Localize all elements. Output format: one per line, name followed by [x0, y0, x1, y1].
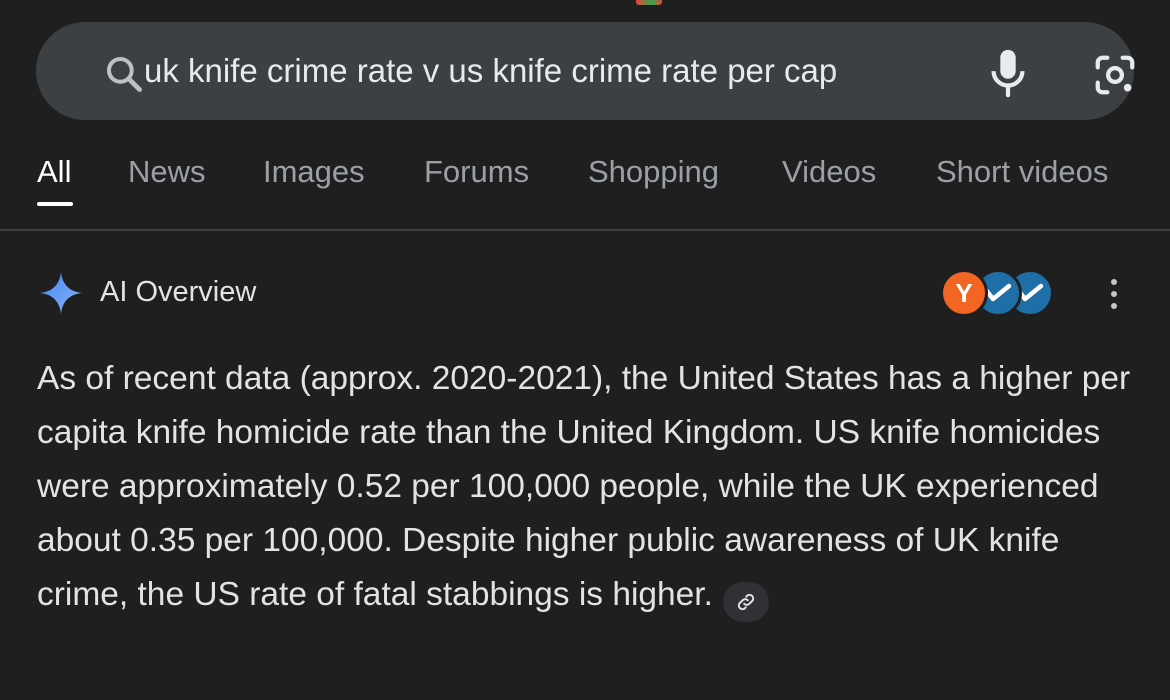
tab-short-videos[interactable]: Short videos: [936, 154, 1108, 190]
tab-forums[interactable]: Forums: [424, 154, 529, 190]
tab-videos[interactable]: Videos: [782, 154, 876, 190]
citation-link-button[interactable]: [722, 582, 769, 622]
source-badge-letter: Y: [955, 277, 973, 308]
search-results-page: uk knife crime rate v us knife crime rat…: [0, 0, 1170, 700]
tab-images[interactable]: Images: [263, 154, 365, 190]
mic-icon[interactable]: [988, 48, 1028, 98]
link-icon: [737, 593, 755, 611]
search-icon[interactable]: [102, 52, 146, 96]
more-vert-icon[interactable]: [1104, 276, 1124, 312]
search-tabs: All News Images Forums Shopping Videos S…: [0, 140, 1170, 230]
source-badges[interactable]: Y: [940, 269, 1054, 317]
lens-icon[interactable]: [1092, 52, 1138, 98]
ai-overview-paragraph: As of recent data (approx. 2020-2021), t…: [37, 360, 1131, 613]
sparkle-icon: [39, 271, 83, 315]
ai-overview-title: AI Overview: [100, 276, 257, 308]
source-badge-y[interactable]: Y: [940, 269, 988, 317]
search-input[interactable]: uk knife crime rate v us knife crime rat…: [144, 22, 924, 120]
active-tab-indicator: [37, 202, 73, 206]
tabs-divider: [0, 229, 1170, 231]
tab-shopping[interactable]: Shopping: [588, 154, 719, 190]
ai-overview-header: AI Overview Y: [0, 262, 1170, 324]
search-bar[interactable]: uk knife crime rate v us knife crime rat…: [36, 22, 1135, 120]
tab-news[interactable]: News: [128, 154, 206, 190]
tab-all[interactable]: All: [37, 154, 71, 190]
ai-overview-body: As of recent data (approx. 2020-2021), t…: [37, 352, 1137, 622]
logo-fragment: [636, 0, 662, 5]
